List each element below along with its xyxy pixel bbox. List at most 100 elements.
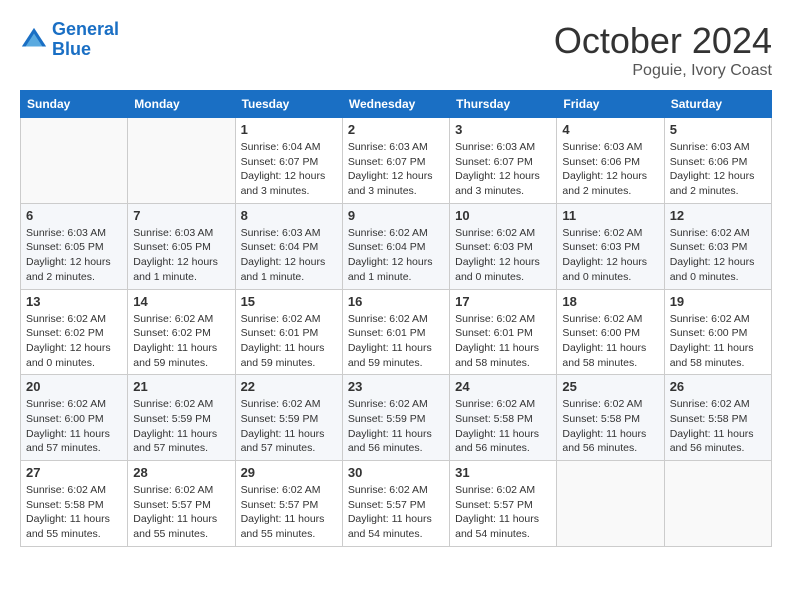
day-number: 4 [562, 122, 658, 137]
calendar-cell: 23Sunrise: 6:02 AM Sunset: 5:59 PM Dayli… [342, 375, 449, 461]
day-number: 18 [562, 294, 658, 309]
calendar-cell: 11 Sunrise: 6:02 AM Sunset: 6:03 PM Dayli… [557, 203, 664, 289]
calendar-cell [21, 118, 128, 204]
calendar-cell [664, 461, 771, 547]
day-info: Sunrise: 6:03 AM Sunset: 6:05 PM Dayligh… [26, 226, 122, 285]
calendar-cell: 27Sunrise: 6:02 AM Sunset: 5:58 PM Dayli… [21, 461, 128, 547]
day-info: Sunrise: 6:02 AM Sunset: 5:57 PM Dayligh… [133, 483, 229, 542]
day-number: 21 [133, 379, 229, 394]
day-info: Sunrise: 6:02 AM Sunset: 6:01 PM Dayligh… [455, 312, 551, 371]
location: Poguie, Ivory Coast [554, 62, 772, 80]
calendar-cell: 24 Sunrise: 6:02 AM Sunset: 5:58 PM Dayli… [450, 375, 557, 461]
day-info: Sunrise: 6:02 AM Sunset: 5:57 PM Dayligh… [241, 483, 337, 542]
calendar-cell: 2 Sunrise: 6:03 AM Sunset: 6:07 PM Daylig… [342, 118, 449, 204]
day-number: 15 [241, 294, 337, 309]
day-number: 19 [670, 294, 766, 309]
calendar-cell: 10Sunrise: 6:02 AM Sunset: 6:03 PM Dayli… [450, 203, 557, 289]
day-info: Sunrise: 6:02 AM Sunset: 5:59 PM Dayligh… [133, 397, 229, 456]
week-row-3: 13 Sunrise: 6:02 AM Sunset: 6:02 PM Dayli… [21, 289, 772, 375]
calendar-cell: 25 Sunrise: 6:02 AM Sunset: 5:58 PM Dayli… [557, 375, 664, 461]
weekday-header-monday: Monday [128, 91, 235, 118]
day-info: Sunrise: 6:02 AM Sunset: 6:00 PM Dayligh… [562, 312, 658, 371]
day-info: Sunrise: 6:02 AM Sunset: 5:57 PM Dayligh… [455, 483, 551, 542]
day-info: Sunrise: 6:03 AM Sunset: 6:06 PM Dayligh… [670, 140, 766, 199]
day-number: 26 [670, 379, 766, 394]
week-row-4: 20Sunrise: 6:02 AM Sunset: 6:00 PM Dayli… [21, 375, 772, 461]
calendar-cell: 18 Sunrise: 6:02 AM Sunset: 6:00 PM Dayli… [557, 289, 664, 375]
day-info: Sunrise: 6:02 AM Sunset: 6:00 PM Dayligh… [26, 397, 122, 456]
logo-icon [20, 26, 48, 54]
weekday-header-tuesday: Tuesday [235, 91, 342, 118]
calendar-cell: 22 Sunrise: 6:02 AM Sunset: 5:59 PM Dayli… [235, 375, 342, 461]
week-row-2: 6Sunrise: 6:03 AM Sunset: 6:05 PM Daylig… [21, 203, 772, 289]
calendar-cell: 15 Sunrise: 6:02 AM Sunset: 6:01 PM Dayli… [235, 289, 342, 375]
calendar-cell: 17Sunrise: 6:02 AM Sunset: 6:01 PM Dayli… [450, 289, 557, 375]
day-info: Sunrise: 6:02 AM Sunset: 6:02 PM Dayligh… [133, 312, 229, 371]
calendar-cell: 7 Sunrise: 6:03 AM Sunset: 6:05 PM Daylig… [128, 203, 235, 289]
day-number: 10 [455, 208, 551, 223]
day-info: Sunrise: 6:02 AM Sunset: 6:02 PM Dayligh… [26, 312, 122, 371]
calendar-cell: 29Sunrise: 6:02 AM Sunset: 5:57 PM Dayli… [235, 461, 342, 547]
day-info: Sunrise: 6:04 AM Sunset: 6:07 PM Dayligh… [241, 140, 337, 199]
month-title: October 2024 [554, 20, 772, 62]
calendar-cell: 4 Sunrise: 6:03 AM Sunset: 6:06 PM Daylig… [557, 118, 664, 204]
calendar-cell [128, 118, 235, 204]
calendar-cell: 28 Sunrise: 6:02 AM Sunset: 5:57 PM Dayli… [128, 461, 235, 547]
logo-text: General Blue [52, 20, 119, 60]
day-info: Sunrise: 6:02 AM Sunset: 6:03 PM Dayligh… [670, 226, 766, 285]
calendar-cell: 21 Sunrise: 6:02 AM Sunset: 5:59 PM Dayli… [128, 375, 235, 461]
calendar-cell: 6Sunrise: 6:03 AM Sunset: 6:05 PM Daylig… [21, 203, 128, 289]
day-number: 7 [133, 208, 229, 223]
day-info: Sunrise: 6:03 AM Sunset: 6:06 PM Dayligh… [562, 140, 658, 199]
day-info: Sunrise: 6:02 AM Sunset: 6:01 PM Dayligh… [348, 312, 444, 371]
day-number: 24 [455, 379, 551, 394]
day-number: 31 [455, 465, 551, 480]
day-info: Sunrise: 6:02 AM Sunset: 5:58 PM Dayligh… [670, 397, 766, 456]
calendar-cell: 31 Sunrise: 6:02 AM Sunset: 5:57 PM Dayli… [450, 461, 557, 547]
calendar-cell: 9 Sunrise: 6:02 AM Sunset: 6:04 PM Daylig… [342, 203, 449, 289]
day-number: 1 [241, 122, 337, 137]
day-number: 8 [241, 208, 337, 223]
day-info: Sunrise: 6:02 AM Sunset: 5:59 PM Dayligh… [241, 397, 337, 456]
day-info: Sunrise: 6:02 AM Sunset: 6:00 PM Dayligh… [670, 312, 766, 371]
title-area: October 2024 Poguie, Ivory Coast [554, 20, 772, 80]
day-number: 27 [26, 465, 122, 480]
day-number: 14 [133, 294, 229, 309]
header: General Blue October 2024 Poguie, Ivory … [20, 20, 772, 80]
calendar-cell [557, 461, 664, 547]
calendar-cell: 3Sunrise: 6:03 AM Sunset: 6:07 PM Daylig… [450, 118, 557, 204]
day-info: Sunrise: 6:02 AM Sunset: 6:04 PM Dayligh… [348, 226, 444, 285]
day-info: Sunrise: 6:03 AM Sunset: 6:07 PM Dayligh… [348, 140, 444, 199]
day-number: 13 [26, 294, 122, 309]
calendar-cell: 5Sunrise: 6:03 AM Sunset: 6:06 PM Daylig… [664, 118, 771, 204]
day-info: Sunrise: 6:02 AM Sunset: 6:01 PM Dayligh… [241, 312, 337, 371]
weekday-header-sunday: Sunday [21, 91, 128, 118]
weekday-header-wednesday: Wednesday [342, 91, 449, 118]
calendar-cell: 20Sunrise: 6:02 AM Sunset: 6:00 PM Dayli… [21, 375, 128, 461]
day-info: Sunrise: 6:02 AM Sunset: 6:03 PM Dayligh… [562, 226, 658, 285]
logo: General Blue [20, 20, 119, 60]
calendar-cell: 16Sunrise: 6:02 AM Sunset: 6:01 PM Dayli… [342, 289, 449, 375]
day-number: 23 [348, 379, 444, 394]
day-number: 9 [348, 208, 444, 223]
day-number: 25 [562, 379, 658, 394]
weekday-header-friday: Friday [557, 91, 664, 118]
calendar-cell: 30Sunrise: 6:02 AM Sunset: 5:57 PM Dayli… [342, 461, 449, 547]
week-row-1: 1 Sunrise: 6:04 AM Sunset: 6:07 PM Daylig… [21, 118, 772, 204]
day-number: 11 [562, 208, 658, 223]
day-info: Sunrise: 6:02 AM Sunset: 5:58 PM Dayligh… [455, 397, 551, 456]
day-number: 2 [348, 122, 444, 137]
day-number: 22 [241, 379, 337, 394]
calendar-cell: 12Sunrise: 6:02 AM Sunset: 6:03 PM Dayli… [664, 203, 771, 289]
calendar: SundayMondayTuesdayWednesdayThursdayFrid… [20, 90, 772, 547]
week-row-5: 27Sunrise: 6:02 AM Sunset: 5:58 PM Dayli… [21, 461, 772, 547]
day-number: 28 [133, 465, 229, 480]
day-number: 30 [348, 465, 444, 480]
calendar-cell: 14 Sunrise: 6:02 AM Sunset: 6:02 PM Dayli… [128, 289, 235, 375]
day-info: Sunrise: 6:03 AM Sunset: 6:04 PM Dayligh… [241, 226, 337, 285]
day-info: Sunrise: 6:03 AM Sunset: 6:05 PM Dayligh… [133, 226, 229, 285]
logo-line2: Blue [52, 40, 119, 60]
weekday-header-thursday: Thursday [450, 91, 557, 118]
day-info: Sunrise: 6:02 AM Sunset: 5:58 PM Dayligh… [562, 397, 658, 456]
weekday-header-row: SundayMondayTuesdayWednesdayThursdayFrid… [21, 91, 772, 118]
